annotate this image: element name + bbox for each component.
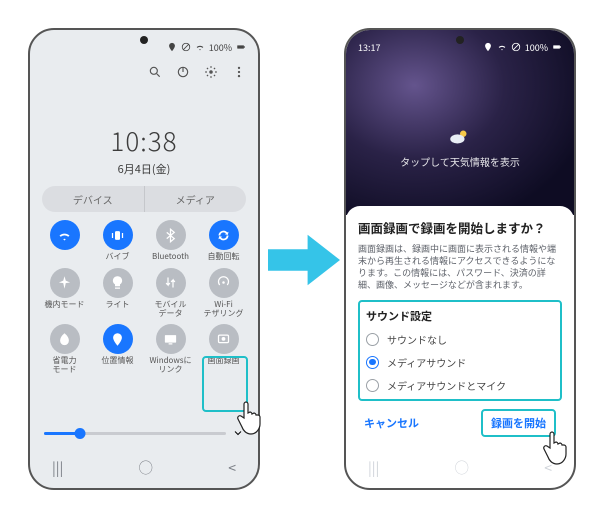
sound-settings-highlight: サウンド設定 サウンドなし メディアサウンド メディアサウンドとマイク bbox=[358, 300, 562, 401]
status-time: 13:17 bbox=[358, 41, 380, 54]
linkwin-icon[interactable] bbox=[156, 324, 186, 354]
battery-icon bbox=[236, 42, 246, 52]
qs-mobiledata[interactable]: モバイル データ bbox=[144, 268, 197, 319]
nav-recents[interactable]: ||| bbox=[52, 458, 63, 478]
qs-location[interactable]: 位置情報 bbox=[91, 324, 144, 375]
qs-label: Wi-Fi テザリング bbox=[199, 301, 249, 319]
qs-label: Windowsに リンク bbox=[146, 357, 196, 375]
cursor-hand-icon bbox=[542, 428, 578, 468]
nav-home[interactable]: ◯ bbox=[455, 458, 469, 478]
arrow-right-icon bbox=[268, 230, 340, 290]
search-icon[interactable] bbox=[148, 60, 162, 84]
wifi-tether-icon[interactable] bbox=[209, 268, 239, 298]
device-media-tabs[interactable]: デバイス メディア bbox=[42, 186, 246, 212]
qs-label: Bluetooth bbox=[146, 253, 196, 262]
panel-top-actions bbox=[148, 60, 246, 84]
battery-text: 100% bbox=[209, 41, 232, 54]
dialog-description: 画面録画は、録画中に画面に表示される情報や端末から再生される情報にアクセスできる… bbox=[358, 243, 562, 292]
qs-wifi-tether[interactable]: Wi-Fi テザリング bbox=[197, 268, 250, 319]
dialog-actions: キャンセル 録画を開始 bbox=[358, 401, 562, 437]
phone-right: 13:17 100% タップして天気情報を表示 画面録画で録画を開始しますか？ … bbox=[344, 28, 576, 490]
radio-icon[interactable] bbox=[366, 333, 379, 346]
time-text: 10:38 bbox=[30, 122, 258, 159]
radio-label: メディアサウンドとマイク bbox=[387, 378, 506, 393]
battery-text: 100% bbox=[525, 41, 548, 54]
brightness-track[interactable] bbox=[44, 432, 226, 435]
nav-back[interactable]: < bbox=[228, 458, 236, 478]
light-icon[interactable] bbox=[103, 268, 133, 298]
qs-autorotate[interactable]: 自動回転 bbox=[197, 220, 250, 262]
location-icon bbox=[483, 42, 493, 52]
radio-media-sound[interactable]: メディアサウンド bbox=[366, 351, 554, 374]
weather-widget[interactable]: タップして天気情報を表示 bbox=[346, 126, 574, 169]
nav-home[interactable]: ◯ bbox=[139, 458, 153, 478]
dialog-title: 画面録画で録画を開始しますか？ bbox=[358, 218, 562, 237]
power-save-icon[interactable] bbox=[50, 324, 80, 354]
qs-label: モバイル データ bbox=[146, 301, 196, 319]
autorotate-icon[interactable] bbox=[209, 220, 239, 250]
location-icon bbox=[167, 42, 177, 52]
brightness-slider[interactable] bbox=[44, 426, 244, 440]
cursor-hand-icon bbox=[236, 398, 272, 438]
radio-no-sound[interactable]: サウンドなし bbox=[366, 328, 554, 351]
wifi-icon bbox=[195, 42, 205, 52]
no-sim-icon bbox=[181, 42, 191, 52]
qs-light[interactable]: ライト bbox=[91, 268, 144, 319]
screenrec-icon[interactable] bbox=[209, 324, 239, 354]
lock-clock: 10:38 6月4日(金) bbox=[30, 122, 258, 177]
wifi-icon bbox=[497, 42, 507, 52]
qs-label: バイブ bbox=[93, 253, 143, 262]
qs-label: 機内モード bbox=[40, 301, 90, 310]
qs-airplane[interactable]: 機内モード bbox=[38, 268, 91, 319]
qs-vibrate[interactable]: バイブ bbox=[91, 220, 144, 262]
battery-icon bbox=[552, 42, 562, 52]
airplane-icon[interactable] bbox=[50, 268, 80, 298]
qs-bluetooth[interactable]: Bluetooth bbox=[144, 220, 197, 262]
qs-wifi[interactable] bbox=[38, 220, 91, 262]
cancel-button[interactable]: キャンセル bbox=[364, 415, 419, 431]
no-sim-icon bbox=[511, 42, 521, 52]
qs-power-save[interactable]: 省電力 モード bbox=[38, 324, 91, 375]
more-icon[interactable] bbox=[232, 60, 246, 84]
qs-label: 位置情報 bbox=[93, 357, 143, 366]
qs-linkwin[interactable]: Windowsに リンク bbox=[144, 324, 197, 375]
weather-tap-text: タップして天気情報を表示 bbox=[346, 154, 574, 169]
radio-label: サウンドなし bbox=[387, 332, 447, 347]
quick-settings-grid: バイブBluetooth自動回転機内モードライトモバイル データWi-Fi テザ… bbox=[38, 220, 250, 375]
status-bar: 13:17 100% bbox=[358, 40, 562, 54]
nav-bar: ||| ◯ < bbox=[52, 458, 236, 478]
location-icon[interactable] bbox=[103, 324, 133, 354]
radio-icon[interactable] bbox=[366, 379, 379, 392]
wifi-icon[interactable] bbox=[50, 220, 80, 250]
date-text: 6月4日(金) bbox=[30, 161, 258, 177]
vibrate-icon[interactable] bbox=[103, 220, 133, 250]
radio-media-and-mic[interactable]: メディアサウンドとマイク bbox=[366, 374, 554, 397]
screen-record-dialog: 画面録画で録画を開始しますか？ 画面録画は、録画中に画面に表示される情報や端末か… bbox=[346, 206, 574, 452]
sound-settings-title: サウンド設定 bbox=[366, 308, 554, 324]
nav-bar: ||| ◯ < bbox=[368, 458, 552, 478]
qs-label: 自動回転 bbox=[199, 253, 249, 262]
weather-sun-cloud-icon bbox=[447, 126, 473, 148]
radio-label: メディアサウンド bbox=[387, 355, 466, 370]
qs-label: 省電力 モード bbox=[40, 357, 90, 375]
phone-left: 100% 10:38 6月4日(金) デバイス メディア バイブBluetoot… bbox=[28, 28, 260, 490]
home-wallpaper bbox=[346, 30, 574, 215]
brightness-thumb[interactable] bbox=[75, 428, 86, 439]
tab-devices[interactable]: デバイス bbox=[42, 186, 145, 212]
power-icon[interactable] bbox=[176, 60, 190, 84]
bluetooth-icon[interactable] bbox=[156, 220, 186, 250]
mobiledata-icon[interactable] bbox=[156, 268, 186, 298]
nav-recents[interactable]: ||| bbox=[368, 458, 379, 478]
status-bar: 100% bbox=[42, 40, 246, 54]
radio-icon[interactable] bbox=[366, 356, 379, 369]
tab-media[interactable]: メディア bbox=[145, 186, 247, 212]
gear-icon[interactable] bbox=[204, 60, 218, 84]
qs-label: ライト bbox=[93, 301, 143, 310]
